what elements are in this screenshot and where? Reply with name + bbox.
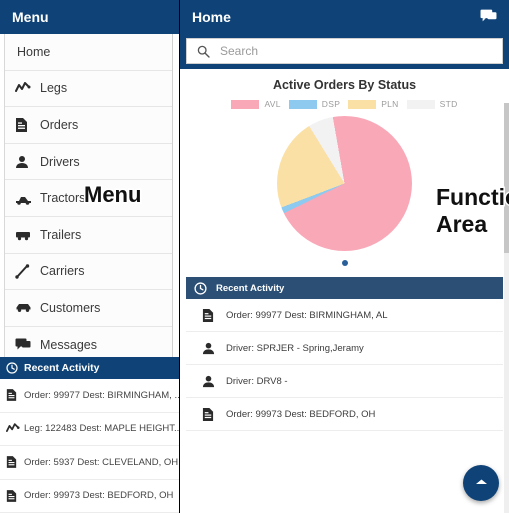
person-icon xyxy=(15,154,35,170)
search-input[interactable]: Search xyxy=(186,38,503,64)
legend-item[interactable]: STD xyxy=(406,99,458,109)
list-item[interactable]: Order: 99977 Dest: BIRMINGHAM, ... xyxy=(0,379,179,413)
recent-activity-header: Recent Activity xyxy=(186,277,503,299)
trailer-icon xyxy=(15,227,35,243)
left-recent-activity-header: Recent Activity xyxy=(0,357,179,379)
document-icon xyxy=(15,117,35,133)
person-icon xyxy=(190,342,226,355)
legend-swatch xyxy=(288,99,317,109)
chart-title: Active Orders By Status xyxy=(272,78,417,92)
list-item-label: Order: 5937 Dest: CLEVELAND, OH xyxy=(24,456,179,468)
sidebar-item-label: Customers xyxy=(40,300,101,315)
sidebar-item-messages[interactable]: Messages xyxy=(5,326,172,357)
list-item-label: Driver: SPRJER - Spring,Jeramy xyxy=(226,342,364,354)
scroll-to-top-button[interactable] xyxy=(463,465,499,501)
search-placeholder: Search xyxy=(220,44,259,58)
page-title: Home xyxy=(192,9,231,25)
list-item[interactable]: Driver: DRV8 - xyxy=(186,365,503,398)
sidebar-item-label: Tractors xyxy=(40,191,86,206)
sidebar-item-label: Legs xyxy=(40,81,68,96)
main-header: Home xyxy=(180,0,509,34)
list-item-label: Order: 99973 Dest: BEDFORD, OH xyxy=(226,408,376,420)
list-item-label: Order: 99973 Dest: BEDFORD, OH xyxy=(24,490,174,502)
list-item-label: Order: 99977 Dest: BIRMINGHAM, AL xyxy=(226,309,388,321)
route-icon xyxy=(15,263,35,279)
list-item-label: Order: 99977 Dest: BIRMINGHAM, ... xyxy=(24,389,179,401)
clock-icon xyxy=(6,362,18,374)
left-recent-activity-list[interactable]: Order: 99977 Dest: BIRMINGHAM, ... Leg: … xyxy=(0,379,179,513)
legend-label: DSP xyxy=(321,99,341,109)
sidebar-item-label: Trailers xyxy=(40,227,82,242)
chart-line-icon xyxy=(15,80,35,96)
sidebar-item-tractors[interactable]: Tractors xyxy=(5,180,172,217)
document-icon xyxy=(190,407,226,422)
document-icon xyxy=(6,455,24,469)
chat-icon[interactable] xyxy=(480,9,497,26)
recent-activity-card: Recent Activity Order: 99977 Dest: BIRMI… xyxy=(186,277,503,431)
list-item[interactable]: Order: 5937 Dest: CLEVELAND, OH xyxy=(0,446,179,480)
menu-panel-title: Menu xyxy=(12,9,49,25)
search-icon xyxy=(197,45,210,58)
sidebar-item-orders[interactable]: Orders xyxy=(5,107,172,144)
legend-item[interactable]: DSP xyxy=(288,99,341,109)
sidebar-item-customers[interactable]: Customers xyxy=(5,290,172,327)
sidebar-item-label: Carriers xyxy=(40,264,85,279)
legend-label: PLN xyxy=(381,99,399,109)
carousel-dot-active[interactable] xyxy=(341,260,348,266)
legend-swatch xyxy=(406,99,435,109)
legend-label: AVL xyxy=(264,99,281,109)
list-item-label: Driver: DRV8 - xyxy=(226,375,288,387)
person-icon xyxy=(190,375,226,388)
list-item[interactable]: Order: 99977 Dest: BIRMINGHAM, AL xyxy=(186,299,503,332)
main-content: Active Orders By Status AVL DSP PLN STD … xyxy=(180,69,509,513)
legend-item[interactable]: AVL xyxy=(231,99,280,109)
recent-activity-title: Recent Activity xyxy=(216,282,285,294)
legend-swatch xyxy=(348,99,377,109)
sidebar-item-trailers[interactable]: Trailers xyxy=(5,216,172,254)
menu-panel-header: Menu xyxy=(0,0,179,34)
sidebar-item-label: Home xyxy=(17,44,51,59)
carousel-dots[interactable] xyxy=(186,253,503,273)
active-orders-chart-card: Active Orders By Status AVL DSP PLN STD xyxy=(186,69,503,273)
chart-legend: AVL DSP PLN STD xyxy=(186,99,503,109)
sidebar-item-drivers[interactable]: Drivers xyxy=(5,143,172,181)
chart-line-icon xyxy=(6,423,24,434)
legend-label: STD xyxy=(439,99,458,109)
chat-icon xyxy=(15,337,35,353)
clock-icon xyxy=(194,281,207,295)
app-root: Menu Home Legs Orders Drivers Tractors T… xyxy=(0,0,509,513)
scrollbar-thumb[interactable] xyxy=(504,103,509,253)
pie-chart-wrapper xyxy=(186,113,503,253)
tractor-icon xyxy=(15,190,35,206)
sidebar-menu-list[interactable]: Home Legs Orders Drivers Tractors Traile… xyxy=(4,34,173,357)
sidebar-item-home[interactable]: Home xyxy=(5,34,172,71)
sidebar-item-label: Orders xyxy=(40,117,79,132)
list-item[interactable]: Driver: SPRJER - Spring,Jeramy xyxy=(186,332,503,365)
main-content-panel: Home Search Active Orders By Status AVL xyxy=(180,0,509,513)
document-icon xyxy=(190,308,226,323)
legend-item[interactable]: PLN xyxy=(348,99,398,109)
list-item[interactable]: Leg: 122483 Dest: MAPLE HEIGHT... xyxy=(0,413,179,446)
sidebar-item-legs[interactable]: Legs xyxy=(5,70,172,108)
left-recent-activity-title: Recent Activity xyxy=(24,362,100,374)
list-item[interactable]: Order: 99973 Dest: BEDFORD, OH xyxy=(0,480,179,513)
search-band: Search xyxy=(180,34,509,69)
sidebar-item-carriers[interactable]: Carriers xyxy=(5,253,172,291)
pie-chart[interactable] xyxy=(277,115,412,251)
arrow-up-icon xyxy=(474,474,489,492)
document-icon xyxy=(6,489,24,503)
vertical-scrollbar[interactable] xyxy=(504,103,509,513)
sidebar-item-label: Messages xyxy=(40,337,97,352)
legend-swatch xyxy=(231,99,260,109)
list-item[interactable]: Order: 99973 Dest: BEDFORD, OH xyxy=(186,398,503,431)
list-item-label: Leg: 122483 Dest: MAPLE HEIGHT... xyxy=(24,423,179,435)
car-icon xyxy=(15,300,35,316)
document-icon xyxy=(6,388,24,402)
left-menu-panel: Menu Home Legs Orders Drivers Tractors T… xyxy=(0,0,180,513)
recent-activity-list[interactable]: Order: 99977 Dest: BIRMINGHAM, AL Driver… xyxy=(186,299,503,431)
sidebar-item-label: Drivers xyxy=(40,154,80,169)
